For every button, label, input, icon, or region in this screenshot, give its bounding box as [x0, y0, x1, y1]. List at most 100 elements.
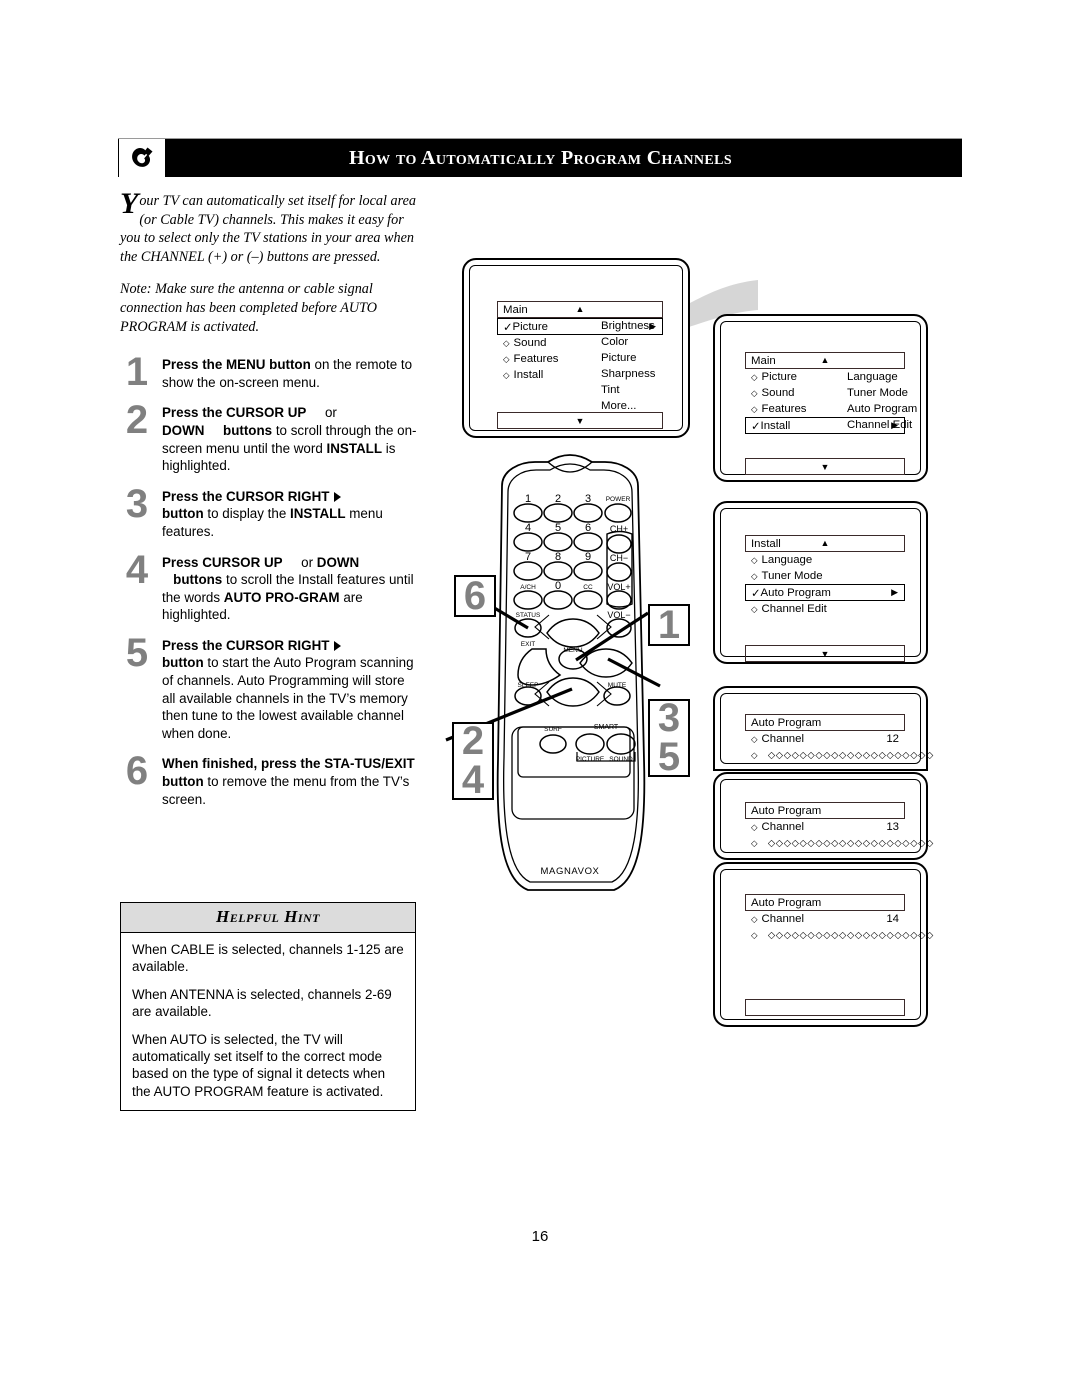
osd-foot-bar: [745, 999, 905, 1016]
svg-text:MUTE: MUTE: [608, 682, 627, 689]
osd-sub-item[interactable]: Auto Program: [847, 401, 917, 417]
osd-item-label: Sound: [761, 387, 795, 399]
osd-item-label: Features: [513, 353, 559, 365]
osd-item-label: Sound: [513, 337, 547, 349]
osd-selected-auto-program[interactable]: ✓ Auto Program ▶: [745, 584, 905, 601]
page-number: 16: [531, 1228, 549, 1245]
osd-sub-item[interactable]: Brightness: [601, 318, 655, 334]
tv-screen-2: Main ▲ ◇ Picture ◇ Sound ◇ Features ✓ Insta…: [713, 314, 928, 482]
osd-menu-4: Auto Program ◇ Channel 12 ◇ ◇◇◇◇◇◇◇◇◇◇◇◇◇…: [745, 714, 933, 763]
chevron-right-icon: ▶: [891, 587, 898, 597]
osd-channel-value: 14: [886, 913, 899, 925]
svg-text:SLEEP: SLEEP: [518, 682, 539, 689]
osd-title-bar: Main ▲: [497, 301, 663, 318]
step-number: 5: [125, 630, 149, 675]
step-text: Press the MENU button on the remote to s…: [162, 357, 413, 390]
osd-item-label: Channel Edit: [761, 603, 827, 615]
osd-sub-item[interactable]: Tint: [601, 382, 655, 398]
step-text: Press the CURSOR RIGHT button to display…: [162, 488, 383, 539]
osd-submenu-2: Language Tuner Mode Auto Program Channel…: [847, 369, 917, 433]
helpful-hint-body: When CABLE is selected, channels 1-125 a…: [121, 933, 415, 1110]
step-item: 2 Press the CURSOR UP or DOWN buttons to…: [120, 398, 420, 474]
osd-sub-item[interactable]: Channel Edit: [847, 417, 917, 433]
osd-menu-3: Install ▲ ◇ Language ◇ Tuner Mode ✓ Auto P…: [745, 535, 905, 662]
hint-paragraph: When AUTO is selected, the TV will autom…: [132, 1031, 386, 1099]
osd-title: Install: [751, 537, 781, 550]
diamond-icon: ◇: [503, 369, 510, 380]
steps-list: 1 Press the MENU button on the remote to…: [120, 350, 420, 808]
osd-title-bar: Install ▲: [745, 535, 905, 552]
osd-sub-item[interactable]: Language: [847, 369, 917, 385]
diamond-icon: ◇: [751, 749, 758, 760]
step-item: 5 Press the CURSOR RIGHT button to start…: [120, 631, 420, 743]
svg-text:A/CH: A/CH: [520, 584, 536, 591]
callout-4: 4: [461, 758, 485, 802]
callout-5: 5: [657, 735, 681, 779]
osd-item-label: Channel: [761, 821, 804, 833]
osd-progress-dots: ◇◇◇◇◇◇◇◇◇◇◇◇◇◇◇◇◇◇◇◇◇: [767, 837, 934, 849]
osd-item-label: Channel: [761, 913, 804, 925]
step-item: 3 Press the CURSOR RIGHT button to displ…: [120, 482, 420, 541]
callout-3-5: 3 5: [648, 698, 690, 779]
svg-text:8: 8: [555, 551, 561, 563]
osd-item-label: Channel: [761, 733, 804, 745]
osd-channel-row: ◇ Channel 13: [745, 819, 905, 835]
osd-foot-bar: ▼: [745, 458, 905, 475]
hint-paragraph: When ANTENNA is selected, channels 2-69 …: [132, 986, 392, 1020]
step-number: 3: [125, 481, 149, 526]
osd-title-bar: Auto Program: [745, 714, 905, 731]
check-icon: ✓: [751, 420, 761, 433]
diamond-icon: ◇: [751, 387, 758, 398]
page-header: How to Automatically Program Channels: [118, 139, 962, 177]
step-item: 6 When finished, press the STA-TUS/EXIT …: [120, 749, 420, 808]
osd-item-language[interactable]: ◇ Language: [745, 552, 905, 568]
osd-item-label: Tuner Mode: [761, 570, 823, 582]
osd-sub-item[interactable]: Sharpness: [601, 366, 655, 382]
osd-item-tuner-mode[interactable]: ◇ Tuner Mode: [745, 568, 905, 584]
svg-text:POWER: POWER: [606, 496, 631, 503]
osd-sub-item[interactable]: Tuner Mode: [847, 385, 917, 401]
tv-screen-5: Auto Program ◇ Channel 13 ◇ ◇◇◇◇◇◇◇◇◇◇◇◇◇…: [713, 772, 933, 860]
diamond-icon: ◇: [751, 403, 758, 414]
osd-item-label: Language: [761, 554, 813, 566]
svg-text:2: 2: [555, 493, 561, 505]
step-text: Press CURSOR UP or DOWN buttons to scrol…: [162, 554, 414, 623]
tv-screen-4: Auto Program ◇ Channel 12 ◇ ◇◇◇◇◇◇◇◇◇◇◇◇◇…: [713, 686, 933, 771]
osd-sub-item[interactable]: Color: [601, 334, 655, 350]
svg-text:7: 7: [525, 551, 531, 563]
svg-text:1: 1: [525, 493, 531, 505]
osd-item-label: Install: [760, 419, 791, 432]
osd-submenu-1: Brightness Color Picture Sharpness Tint …: [601, 318, 655, 414]
osd-item-channel-edit[interactable]: ◇ Channel Edit: [745, 601, 905, 617]
osd-menu-6: Auto Program ◇ Channel 14 ◇ ◇◇◇◇◇◇◇◇◇◇◇◇◇…: [745, 894, 933, 1016]
osd-channel-row: ◇ Channel 14: [745, 911, 905, 927]
scroll-up-arrow-icon: ▲: [820, 355, 830, 365]
osd-item-label: Auto Program: [760, 586, 831, 599]
callout-6: 6: [454, 575, 496, 617]
svg-text:EXIT: EXIT: [521, 641, 535, 648]
scroll-down-arrow-icon: ▼: [575, 415, 585, 426]
osd-title-bar: Auto Program: [745, 894, 905, 911]
svg-text:9: 9: [585, 551, 591, 563]
step-item: 4 Press CURSOR UP or DOWN buttons to scr…: [120, 548, 420, 624]
diamond-icon: ◇: [751, 914, 758, 924]
osd-sub-item[interactable]: More...: [601, 398, 655, 414]
osd-title-bar: Main ▲: [745, 352, 905, 369]
step-number: 1: [125, 350, 149, 395]
step-text: When finished, press the STA-TUS/EXIT bu…: [162, 756, 415, 807]
osd-item-label: Picture: [761, 371, 797, 383]
osd-progress-row: ◇ ◇◇◇◇◇◇◇◇◇◇◇◇◇◇◇◇◇◇◇◇◇: [745, 927, 933, 943]
scroll-down-arrow-icon: ▼: [820, 648, 830, 659]
diamond-icon: ◇: [503, 337, 510, 348]
drop-cap: Y: [120, 187, 139, 220]
helpful-hint-title: Helpful Hint: [121, 903, 415, 933]
hint-paragraph: When CABLE is selected, channels 1-125 a…: [132, 942, 404, 975]
diamond-icon: ◇: [751, 371, 758, 382]
scroll-down-arrow-icon: ▼: [820, 461, 830, 472]
callout-1: 1: [648, 604, 690, 646]
osd-menu-5: Auto Program ◇ Channel 13 ◇ ◇◇◇◇◇◇◇◇◇◇◇◇◇…: [745, 802, 933, 851]
svg-text:VOL−: VOL−: [607, 610, 630, 620]
osd-sub-item[interactable]: Picture: [601, 350, 655, 366]
osd-channel-value: 12: [886, 733, 899, 745]
osd-title: Main: [751, 354, 776, 367]
